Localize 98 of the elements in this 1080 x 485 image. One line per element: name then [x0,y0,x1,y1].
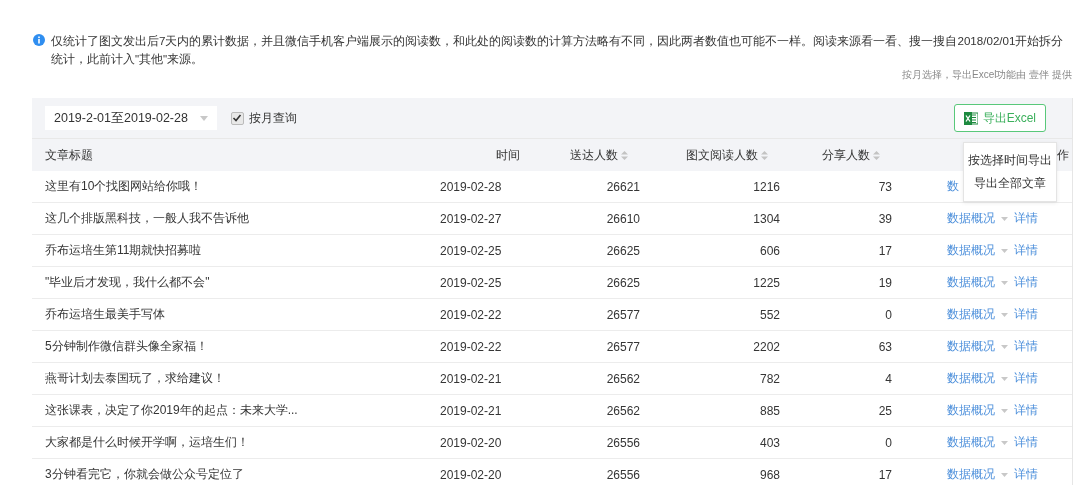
table-cell: 1225 [753,275,780,290]
details-link[interactable]: 详情 [1014,402,1038,419]
table-cell: 968 [759,467,780,482]
menu-item[interactable]: 按选择时间导出 [964,149,1056,172]
column-header[interactable]: 图文阅读人数 [686,146,758,164]
table-cell: 17 [878,467,892,482]
article-title: 这几个排版黑科技，一般人我不告诉他 [45,211,249,225]
column-header: 作 [1057,146,1069,164]
overview-link[interactable]: 数据概况 [947,242,995,259]
table-cell: 26625 [606,275,640,290]
table-cell: 2202 [753,339,780,354]
caret-icon[interactable] [1001,472,1008,477]
details-link[interactable]: 详情 [1014,370,1038,387]
date-cell: 2019-02-22 [440,339,502,354]
sort-icon[interactable] [761,150,768,160]
overview-link[interactable]: 数据概况 [947,306,995,323]
column-header: 时间 [496,146,520,164]
article-title: 乔布运培生第11期就快招募啦 [45,243,202,257]
column-header[interactable]: 送达人数 [570,146,618,164]
column-header[interactable]: 分享人数 [822,146,870,164]
date-cell: 2019-02-21 [440,403,502,418]
date-cell: 2019-02-21 [440,371,502,386]
table-cell: 39 [878,211,892,226]
table-cell: 26625 [606,243,640,258]
date-cell: 2019-02-25 [440,275,502,290]
article-title: 大家都是什么时候开学啊，运培生们！ [45,435,249,449]
article-title: 燕哥计划去泰国玩了，求给建议！ [45,371,225,385]
overview-link[interactable]: 数据概况 [947,338,995,355]
table-cell: 26577 [606,307,640,322]
caret-icon[interactable] [1001,280,1008,285]
sort-icon[interactable] [873,150,880,160]
date-cell: 2019-02-28 [440,179,502,194]
article-title: 乔布运培生最美手写体 [45,307,165,321]
date-cell: 2019-02-22 [440,307,502,322]
details-link[interactable]: 详情 [1014,434,1038,451]
table-cell: 0 [885,435,892,450]
caret-icon [199,115,208,121]
overview-link[interactable]: 数据概况 [947,370,995,387]
table-cell: 0 [885,307,892,322]
caret-icon[interactable] [1001,408,1008,413]
table-cell: 63 [878,339,892,354]
date-range-select[interactable]: 2019-2-01至2019-02-28 [45,106,217,130]
caret-icon[interactable] [1001,344,1008,349]
overview-link[interactable]: 数据概况 [947,274,995,291]
sort-icon[interactable] [621,150,628,160]
checkbox-label: 按月查询 [248,109,297,127]
caret-icon[interactable] [1001,376,1008,381]
details-link[interactable]: 详情 [1014,306,1038,323]
overview-link[interactable]: 数 [947,178,959,195]
table-cell: 782 [759,371,780,386]
details-link[interactable]: 详情 [1014,242,1038,259]
overview-link[interactable]: 数据概况 [947,402,995,419]
date-cell: 2019-02-27 [440,211,502,226]
article-title: 这张课表，决定了你2019年的起点：未来大学... [45,403,298,417]
menu-item[interactable]: 导出全部文章 [964,172,1056,195]
details-link[interactable]: 详情 [1014,210,1038,227]
article-title: 3分钟看完它，你就会做公众号定位了 [45,467,244,481]
table-cell: 26577 [606,339,640,354]
details-link[interactable]: 详情 [1014,338,1038,355]
details-link[interactable]: 详情 [1014,466,1038,483]
column-header: 文章标题 [45,146,93,164]
caret-icon[interactable] [1001,216,1008,221]
table-cell: 606 [759,243,780,258]
table-cell: 17 [878,243,892,258]
credit-text: 按月选择，导出Excel功能由 壹伴 提供 [902,68,1072,82]
article-title: 这里有10个找图网站给你哦！ [45,179,203,193]
info-icon [33,34,45,46]
table-cell: 1304 [753,211,780,226]
table-cell: 19 [878,275,892,290]
table-cell: 26562 [606,403,640,418]
table-cell: 26556 [606,467,640,482]
table-cell: 403 [759,435,780,450]
table-cell: 4 [885,371,892,386]
table-cell: 73 [878,179,892,194]
table-cell: 885 [759,403,780,418]
table-cell: 1216 [753,179,780,194]
checkbox[interactable] [230,111,244,125]
table-cell: 26621 [606,179,640,194]
caret-icon[interactable] [1001,440,1008,445]
details-link[interactable]: 详情 [1014,274,1038,291]
table-cell: 25 [878,403,892,418]
date-cell: 2019-02-25 [440,243,502,258]
date-cell: 2019-02-20 [440,467,502,482]
caret-icon[interactable] [1001,248,1008,253]
date-cell: 2019-02-20 [440,435,502,450]
table-cell: 26556 [606,435,640,450]
overview-link[interactable]: 数据概况 [947,466,995,483]
table-cell: 26610 [606,211,640,226]
article-title: 5分钟制作微信群头像全家福！ [45,339,208,353]
article-title: "毕业后才发现，我什么都不会" [45,275,210,289]
table-cell: 26562 [606,371,640,386]
overview-link[interactable]: 数据概况 [947,210,995,227]
table-cell: 552 [759,307,780,322]
spreadsheet-icon [963,111,978,125]
caret-icon[interactable] [1001,312,1008,317]
export-button[interactable]: 导出Excel [953,104,1046,132]
overview-link[interactable]: 数据概况 [947,434,995,451]
notice-text: 仅统计了图文发出后7天内的累计数据，并且微信手机客户端展示的阅读数，和此处的阅读数的计算方法略有不同，因此两者数值也可能不一样。阅读来源看一看、搜一搜自2018/02/01开始拆分统计，此前计入"其他"来源。 [51,33,1065,67]
